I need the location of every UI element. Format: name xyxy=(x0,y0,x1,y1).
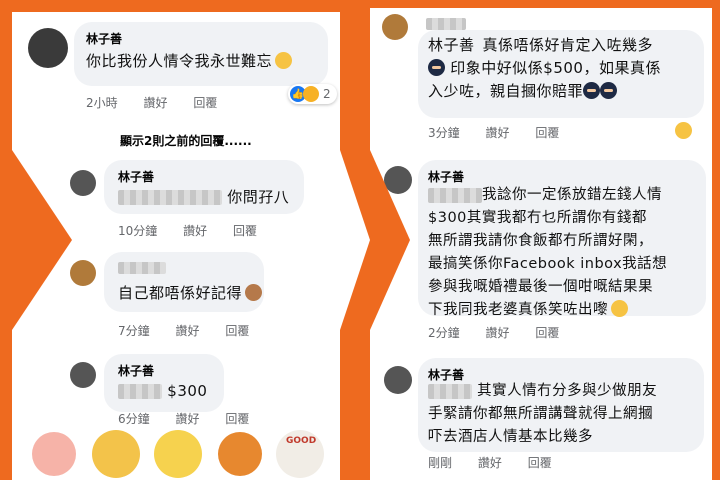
reaction-summary[interactable]: 👍 2 xyxy=(288,84,337,104)
chevron-arrow-right-icon xyxy=(340,150,370,330)
chevron-cutout-right-icon xyxy=(370,150,410,330)
comment-text: 其實人情冇分多與少做朋友 手緊請你都無所謂講聲就得上網摑 吓去酒店人情基本比幾多 xyxy=(428,383,658,445)
sticker-girl-hearts-icon[interactable] xyxy=(32,432,76,476)
comment-text: 林子善 真係唔係好肯定入咗幾多 印象中好似係$500，如果真係 入少咗，親自摑你賠… xyxy=(428,36,661,100)
reply-button[interactable]: 回覆 xyxy=(225,412,249,426)
reply-meta: 10分鐘 讚好 回覆 xyxy=(118,222,279,239)
redacted-name xyxy=(118,190,222,205)
reply-button[interactable]: 回覆 xyxy=(193,96,217,110)
redacted-name xyxy=(428,187,482,203)
inline-author[interactable]: 林子善 xyxy=(428,36,475,54)
sticker-hugging-face-icon[interactable] xyxy=(92,430,140,478)
comment-author[interactable]: 林子善 xyxy=(428,168,464,185)
wow-reaction-icon xyxy=(303,86,319,102)
ninja-emoji-icon xyxy=(583,82,601,99)
reply-button[interactable]: 回覆 xyxy=(233,224,257,238)
avatar[interactable] xyxy=(384,366,412,394)
comment-time[interactable]: 6分鐘 xyxy=(118,412,150,426)
like-button[interactable]: 讚好 xyxy=(175,324,199,338)
avatar[interactable] xyxy=(70,170,96,196)
avatar[interactable] xyxy=(70,260,96,286)
reply-button[interactable]: 回覆 xyxy=(535,126,559,140)
like-button[interactable]: 讚好 xyxy=(143,96,167,110)
avatar[interactable] xyxy=(70,362,96,388)
comment-time[interactable]: 2分鐘 xyxy=(428,326,460,340)
sticker-smiley-face-icon[interactable] xyxy=(154,430,202,478)
reaction-count: 2 xyxy=(323,87,331,101)
comment-time[interactable]: 3分鐘 xyxy=(428,126,460,140)
comment-text: 你比我份人情令我永世難忘 xyxy=(86,50,293,73)
comment-text: 我諗你一定係放錯左錢人情 $300其實我都冇乜所謂你有錢都 無所謂我請你食飯都冇… xyxy=(428,187,668,318)
reply-meta: 7分鐘 讚好 回覆 xyxy=(118,322,271,339)
like-button[interactable]: 讚好 xyxy=(485,326,509,340)
right-screenshot-panel: 林子善 真係唔係好肯定入咗幾多 印象中好似係$500，如果真係 入少咗，親自摑你賠… xyxy=(370,8,712,480)
reply-button[interactable]: 回覆 xyxy=(528,456,552,470)
comment-time[interactable]: 2小時 xyxy=(86,96,118,110)
like-button[interactable]: 讚好 xyxy=(183,224,207,238)
reply-text: $300 xyxy=(118,380,207,403)
redacted-name xyxy=(118,384,162,399)
avatar[interactable] xyxy=(28,28,68,68)
reply-text: 你問孖八 xyxy=(118,186,289,209)
see-no-evil-monkey-emoji-icon xyxy=(245,284,263,301)
ninja-emoji-icon xyxy=(600,82,618,99)
comment-time[interactable]: 7分鐘 xyxy=(118,324,150,338)
comment-author-redacted xyxy=(426,16,466,30)
comment-meta: 剛剛 讚好 回覆 xyxy=(428,454,574,471)
redacted-name xyxy=(118,261,166,274)
reply-author[interactable]: 林子善 xyxy=(118,362,154,379)
avatar[interactable] xyxy=(382,14,408,40)
redacted-name xyxy=(426,17,466,30)
redacted-name xyxy=(428,383,472,399)
thinking-face-emoji-icon xyxy=(275,52,293,69)
reply-author-redacted xyxy=(118,260,166,274)
reply-author[interactable]: 林子善 xyxy=(118,168,154,185)
sticker-bunny-good-icon[interactable]: GOOD xyxy=(276,430,324,478)
reply-meta: 6分鐘 讚好 回覆 xyxy=(118,410,271,427)
ninja-emoji-icon xyxy=(428,59,445,76)
comment-meta: 2小時 讚好 回覆 xyxy=(86,94,239,111)
reply-text: 自己都唔係好記得 xyxy=(118,282,263,305)
reply-button[interactable]: 回覆 xyxy=(535,326,559,340)
comment-time[interactable]: 剛剛 xyxy=(428,456,452,470)
crying-face-emoji-icon xyxy=(675,122,692,139)
comment-meta: 3分鐘 讚好 回覆 xyxy=(428,124,581,141)
sticker-label: GOOD xyxy=(286,436,317,446)
sticker-shiba-dog-icon[interactable] xyxy=(218,432,262,476)
laughing-face-emoji-icon xyxy=(611,300,628,317)
like-button[interactable]: 讚好 xyxy=(478,456,502,470)
comment-meta: 2分鐘 讚好 回覆 xyxy=(428,324,581,341)
show-previous-replies-link[interactable]: 顯示2則之前的回覆...... xyxy=(120,132,252,149)
reply-button[interactable]: 回覆 xyxy=(225,324,249,338)
chevron-cutout-left-icon xyxy=(12,150,72,330)
like-button[interactable]: 讚好 xyxy=(175,412,199,426)
comment-time[interactable]: 10分鐘 xyxy=(118,224,157,238)
comment-author[interactable]: 林子善 xyxy=(86,30,122,47)
like-button[interactable]: 讚好 xyxy=(485,126,509,140)
